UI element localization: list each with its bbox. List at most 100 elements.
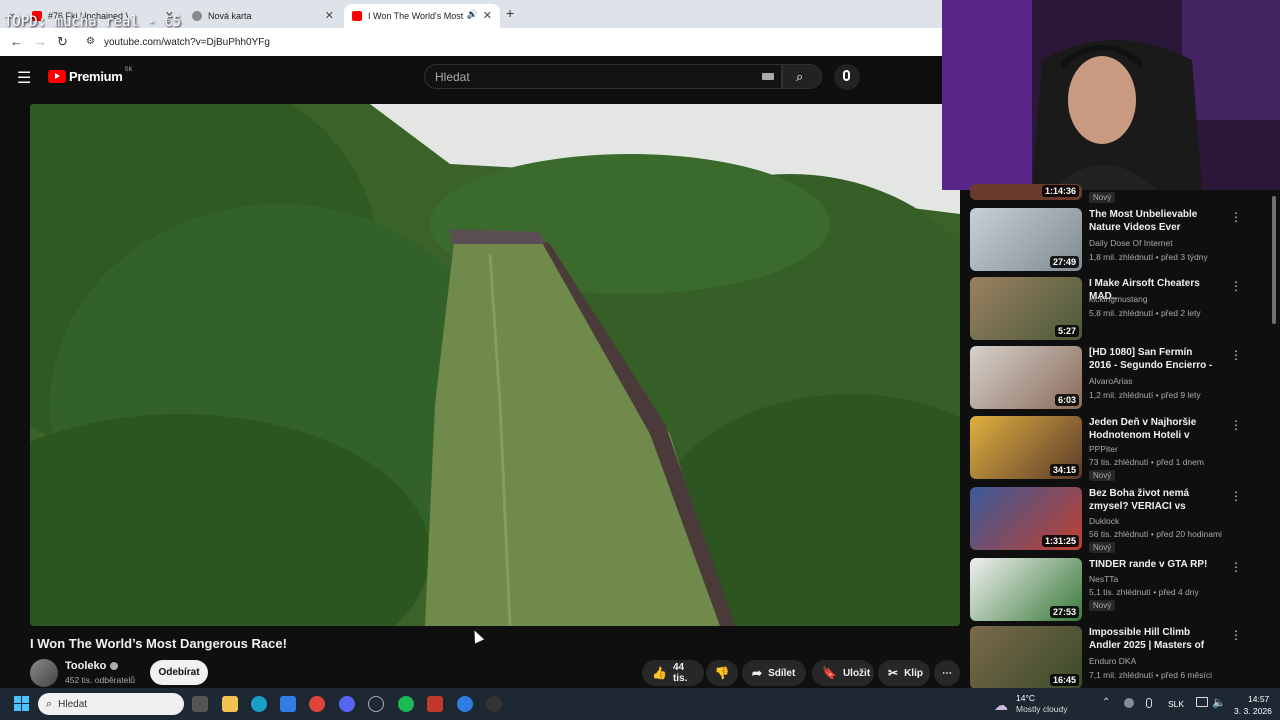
steam-icon[interactable] (368, 696, 384, 712)
channel-name[interactable]: kickingmustang (1089, 294, 1148, 304)
duration-badge: 1:14:36 (1041, 185, 1079, 197)
more-actions-button[interactable]: ⋯ (934, 660, 960, 686)
cloud-icon: ☁ (994, 697, 1008, 713)
video-thumbnail[interactable]: 27:53 (970, 558, 1082, 621)
taskbar-search[interactable]: ⌕ Hledat (38, 693, 184, 715)
chrome-icon[interactable] (309, 696, 325, 712)
store-icon[interactable] (280, 696, 296, 712)
recommendation-item[interactable]: 1:14:36 Nový (970, 184, 1270, 204)
channel-name[interactable]: Enduro DKA (1089, 656, 1136, 666)
dislike-button[interactable]: 👎 (706, 660, 738, 686)
search-input[interactable]: Hledat (424, 64, 782, 89)
video-title[interactable]: Jeden Deň v Najhoršie Hodnotenom Hoteli … (1089, 416, 1217, 442)
more-icon[interactable]: ⋮ (1230, 279, 1242, 293)
streamer-cam-image (942, 0, 1280, 190)
microphone-icon[interactable] (1146, 698, 1152, 708)
discord-icon[interactable] (339, 696, 355, 712)
new-tab-button[interactable]: + (506, 5, 514, 21)
more-icon[interactable]: ⋮ (1230, 489, 1242, 503)
duration-badge: 27:49 (1049, 256, 1079, 268)
video-thumbnail[interactable]: 6:03 (970, 346, 1082, 409)
duration-badge: 16:45 (1049, 674, 1079, 686)
forward-icon[interactable]: → (34, 34, 47, 49)
video-meta: 56 tis. zhlédnutí • před 20 hodinami (1089, 529, 1222, 539)
webcam-overlay (942, 0, 1280, 190)
close-icon[interactable]: ✕ (483, 9, 492, 22)
language-indicator[interactable]: SLK (1168, 699, 1184, 709)
like-button[interactable]: 👍 44 tis. (642, 660, 704, 686)
search-button[interactable]: ⌕ (782, 64, 822, 89)
channel-name[interactable]: AlvaroArias (1089, 376, 1132, 386)
close-icon[interactable]: ✕ (325, 9, 334, 22)
recommendation-item[interactable]: 1:31:25 Bez Boha život nemá zmysel? VERI… (970, 487, 1270, 553)
share-button[interactable]: ➦ Sdílet (742, 660, 806, 686)
channel-name-text[interactable]: Tooleko (65, 660, 106, 672)
task-view-icon[interactable] (192, 696, 208, 712)
sidebar-scrollbar[interactable] (1272, 196, 1276, 324)
weather-widget[interactable]: ☁ 14°C Mostly cloudy (994, 693, 1084, 717)
video-title[interactable]: Impossible Hill Climb Andler 2025 | Mast… (1089, 626, 1217, 652)
windows-start-icon[interactable] (14, 696, 29, 711)
tab-3-active[interactable]: I Won The World's Most Da 🔊 ✕ (344, 4, 500, 28)
video-thumbnail[interactable]: 16:45 (970, 626, 1082, 689)
video-thumbnail[interactable]: 1:14:36 (970, 184, 1082, 200)
edge-icon[interactable] (251, 696, 267, 712)
more-icon[interactable]: ⋮ (1230, 628, 1242, 642)
reload-icon[interactable]: ↻ (57, 34, 68, 50)
volume-icon[interactable]: 🔈 (1212, 696, 1226, 709)
subscribe-button[interactable]: Odebírat (150, 660, 208, 685)
save-button[interactable]: 🔖 Uložit (812, 660, 874, 686)
voice-search-button[interactable] (834, 64, 860, 90)
channel-name[interactable]: Duklock (1089, 516, 1119, 526)
video-player[interactable] (30, 104, 960, 626)
channel-name[interactable]: Tooleko (65, 660, 119, 672)
url-text[interactable]: youtube.com/watch?v=DjBuPhh0YFg (104, 37, 270, 48)
speaker-icon[interactable]: 🔊 (467, 9, 478, 20)
video-title[interactable]: TINDER rande v GTA RP! (1089, 558, 1217, 571)
network-icon[interactable] (1196, 697, 1208, 707)
app-icon[interactable] (427, 696, 443, 712)
more-icon[interactable]: ⋮ (1230, 348, 1242, 362)
more-icon[interactable]: ⋮ (1230, 418, 1242, 432)
tab-2[interactable]: Nová karta ✕ (184, 4, 342, 28)
video-thumbnail[interactable]: 5:27 (970, 277, 1082, 340)
video-thumbnail[interactable]: 34:15 (970, 416, 1082, 479)
site-info-icon[interactable]: ⚙ (86, 36, 95, 47)
spotify-icon[interactable] (398, 696, 414, 712)
clock-time[interactable]: 14:57 (1248, 694, 1269, 704)
recommendation-item[interactable]: 5:27 I Make Airsoft Cheaters MAD.. kicki… (970, 277, 1270, 341)
channel-name[interactable]: NesTTa (1089, 574, 1118, 584)
video-thumbnail[interactable]: 27:49 (970, 208, 1082, 271)
recommendation-item[interactable]: 6:03 [HD 1080] San Fermín 2016 - Segundo… (970, 346, 1270, 410)
keyboard-icon[interactable] (762, 73, 774, 80)
scissors-icon: ✂ (888, 666, 899, 680)
video-title[interactable]: [HD 1080] San Fermín 2016 - Segundo Enci… (1089, 346, 1217, 372)
thumbs-up-icon: 👍 (652, 666, 667, 680)
recommendation-item[interactable]: 34:15 Jeden Deň v Najhoršie Hodnotenom H… (970, 416, 1270, 481)
browser-toolbar: ← → ↻ ⚙ youtube.com/watch?v=DjBuPhh0YFg (0, 28, 942, 56)
channel-avatar[interactable] (30, 659, 58, 687)
more-icon[interactable]: ⋮ (1230, 210, 1242, 224)
clock-date[interactable]: 3. 3. 2026 (1234, 706, 1272, 716)
file-explorer-icon[interactable] (222, 696, 238, 712)
more-icon[interactable]: ⋮ (1230, 560, 1242, 574)
obs-icon[interactable] (486, 696, 502, 712)
channel-name[interactable]: PPPiter (1089, 444, 1118, 454)
youtube-logo[interactable]: Premium SK (48, 66, 133, 84)
video-title[interactable]: The Most Unbelievable Nature Videos Ever (1089, 208, 1217, 234)
region-code: SK (124, 66, 133, 73)
back-icon[interactable]: ← (10, 34, 23, 49)
new-badge: Nový (1089, 542, 1116, 553)
menu-icon[interactable]: ☰ (17, 68, 31, 88)
clip-button[interactable]: ✂ Klip (878, 660, 930, 686)
tray-chevron-icon[interactable]: ⌃ (1102, 697, 1110, 708)
weather-desc: Mostly cloudy (1016, 704, 1068, 714)
recommendation-item[interactable]: 27:53 TINDER rande v GTA RP! NesTTa 5,1 … (970, 558, 1270, 622)
app-icon[interactable] (457, 696, 473, 712)
video-thumbnail[interactable]: 1:31:25 (970, 487, 1082, 550)
video-title[interactable]: Bez Boha život nemá zmysel? VERIACI vs A… (1089, 487, 1217, 513)
channel-name[interactable]: Daily Dose Of Internet (1089, 238, 1173, 248)
tray-app-icon[interactable] (1124, 698, 1134, 708)
recommendation-item[interactable]: 27:49 The Most Unbelievable Nature Video… (970, 208, 1270, 272)
recommendation-item[interactable]: 16:45 Impossible Hill Climb Andler 2025 … (970, 626, 1270, 690)
